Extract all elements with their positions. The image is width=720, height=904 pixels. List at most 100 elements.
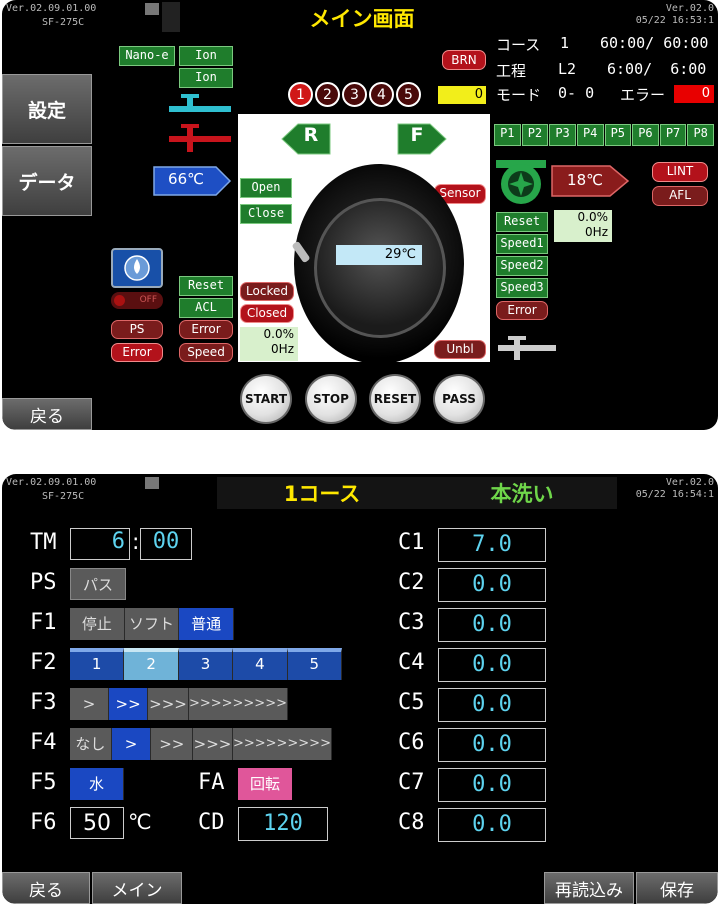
f2-option-4[interactable]: 4	[233, 648, 288, 680]
acl-button[interactable]: ACL	[179, 298, 233, 318]
step-1: 1	[288, 82, 313, 107]
error-label: エラー	[620, 86, 666, 104]
back-button[interactable]: 戻る	[2, 398, 92, 430]
tm-minutes-input[interactable]: 6	[70, 528, 130, 560]
c8-input[interactable]: 0.0	[438, 808, 546, 842]
reset-button[interactable]: RESET	[369, 374, 421, 424]
version-text: Ver.02.09.01.00	[6, 3, 97, 14]
f1-option-normal[interactable]: 普通	[179, 608, 235, 640]
fan-speed2-button[interactable]: Speed2	[496, 256, 548, 276]
f3-selector: > >> >>> >>>>>>>>>	[70, 688, 288, 720]
start-button[interactable]: START	[240, 374, 292, 424]
f2-option-3[interactable]: 3	[178, 648, 234, 680]
c6-label: C6	[398, 730, 425, 755]
lint-button[interactable]: LINT	[652, 162, 708, 182]
error-left-button[interactable]: Error	[111, 343, 163, 362]
cd-input[interactable]: 120	[238, 807, 328, 841]
c6-input[interactable]: 0.0	[438, 728, 546, 762]
f4-option-3[interactable]: >>>	[193, 728, 233, 760]
pass-button[interactable]: PASS	[433, 374, 485, 424]
nano-e-button[interactable]: Nano-e	[119, 46, 175, 66]
step-2: 2	[315, 82, 340, 107]
f1-label: F1	[30, 610, 57, 635]
p3-button[interactable]: P3	[549, 124, 576, 146]
water-button[interactable]	[111, 248, 163, 288]
c1-input[interactable]: 7.0	[438, 528, 546, 562]
stop-button[interactable]: STOP	[305, 374, 357, 424]
fan-icon	[496, 160, 546, 204]
f2-option-5[interactable]: 5	[287, 648, 343, 680]
course-screen: Ver.02.09.01.00 SF-275C 1コース 本洗い Ver.02.…	[2, 474, 718, 904]
unbalance-button[interactable]: Unbl	[434, 340, 486, 359]
reload-button[interactable]: 再読込み	[544, 872, 634, 904]
version-right: Ver.02.0	[665, 3, 714, 14]
f5-value-button[interactable]: 水	[70, 768, 124, 800]
f4-option-1[interactable]: >	[111, 728, 152, 760]
ion-button-2[interactable]: Ion	[179, 68, 233, 88]
p5-button[interactable]: P5	[604, 124, 632, 146]
c3-input[interactable]: 0.0	[438, 608, 546, 642]
c4-input[interactable]: 0.0	[438, 648, 546, 682]
f1-option-soft[interactable]: ソフト	[124, 608, 180, 640]
ps-button[interactable]: PS	[111, 320, 163, 339]
data-button[interactable]: データ	[2, 146, 92, 216]
page-title: メイン画面	[309, 7, 415, 31]
reset-left-button[interactable]: Reset	[179, 276, 233, 296]
fan-speed1-button[interactable]: Speed1	[496, 234, 548, 254]
p1-button[interactable]: P1	[494, 124, 521, 146]
save-button[interactable]: 保存	[636, 872, 718, 904]
fan-error-button[interactable]: Error	[496, 301, 548, 320]
water-off-indicator: OFF	[111, 292, 163, 309]
f2-option-2[interactable]: 2	[124, 648, 179, 680]
c5-input[interactable]: 0.0	[438, 688, 546, 722]
p8-button[interactable]: P8	[687, 124, 714, 146]
f4-option-none[interactable]: なし	[70, 728, 112, 760]
f3-option-3[interactable]: >>>	[148, 688, 189, 720]
f4-option-4[interactable]: >>>>>>>>>	[232, 728, 332, 760]
p6-button[interactable]: P6	[632, 124, 659, 146]
fan-hz: 0Hz	[585, 225, 608, 239]
door-close-button[interactable]: Close	[240, 204, 292, 224]
c1-label: C1	[398, 530, 425, 555]
speed-mid-button[interactable]: Speed	[179, 343, 233, 362]
brn-button[interactable]: BRN	[442, 50, 486, 70]
f5-label: F5	[30, 770, 57, 795]
p4-button[interactable]: P4	[576, 124, 604, 146]
f6-input[interactable]: 50	[70, 807, 124, 839]
f2-option-1[interactable]: 1	[70, 648, 125, 680]
tm-seconds-input[interactable]: 00	[140, 528, 192, 560]
fan-percent: 0.0%	[577, 210, 609, 224]
f3-option-4[interactable]: >>>>>>>>>	[188, 688, 288, 720]
ion-button-1[interactable]: Ion	[179, 46, 233, 66]
off-lamp-icon	[114, 295, 125, 306]
p2-button[interactable]: P2	[521, 124, 549, 146]
c4-label: C4	[398, 650, 425, 675]
p7-button[interactable]: P7	[659, 124, 687, 146]
step-time: 6:00/ 6:00	[607, 60, 707, 78]
course-number: 1	[560, 34, 570, 52]
f3-option-2[interactable]: >>	[109, 688, 149, 720]
error-mid-button[interactable]: Error	[179, 320, 233, 339]
fan-speed3-button[interactable]: Speed3	[496, 278, 548, 298]
f3-option-1[interactable]: >	[70, 688, 110, 720]
c2-input[interactable]: 0.0	[438, 568, 546, 602]
f4-option-2[interactable]: >>	[151, 728, 194, 760]
closed-button[interactable]: Closed	[240, 304, 294, 323]
ps-value-button[interactable]: パス	[70, 568, 126, 600]
hot-valve-icon	[169, 124, 231, 152]
settings-button[interactable]: 設定	[2, 74, 92, 144]
motor-readout: 0.0% 0Hz	[240, 327, 298, 361]
afl-button[interactable]: AFL	[652, 186, 708, 206]
locked-button[interactable]: Locked	[240, 282, 294, 301]
main-button[interactable]: メイン	[92, 872, 182, 904]
back-button[interactable]: 戻る	[2, 872, 90, 904]
course-label: コース	[496, 36, 541, 54]
water-drop-icon	[124, 255, 150, 281]
f6-label: F6	[30, 810, 57, 835]
f1-option-stop[interactable]: 停止	[70, 608, 125, 640]
door-open-button[interactable]: Open	[240, 178, 292, 198]
fan-reset-button[interactable]: Reset	[496, 212, 548, 232]
status-box	[162, 2, 180, 32]
c7-input[interactable]: 0.0	[438, 768, 546, 802]
fa-value-button[interactable]: 回転	[238, 768, 292, 800]
